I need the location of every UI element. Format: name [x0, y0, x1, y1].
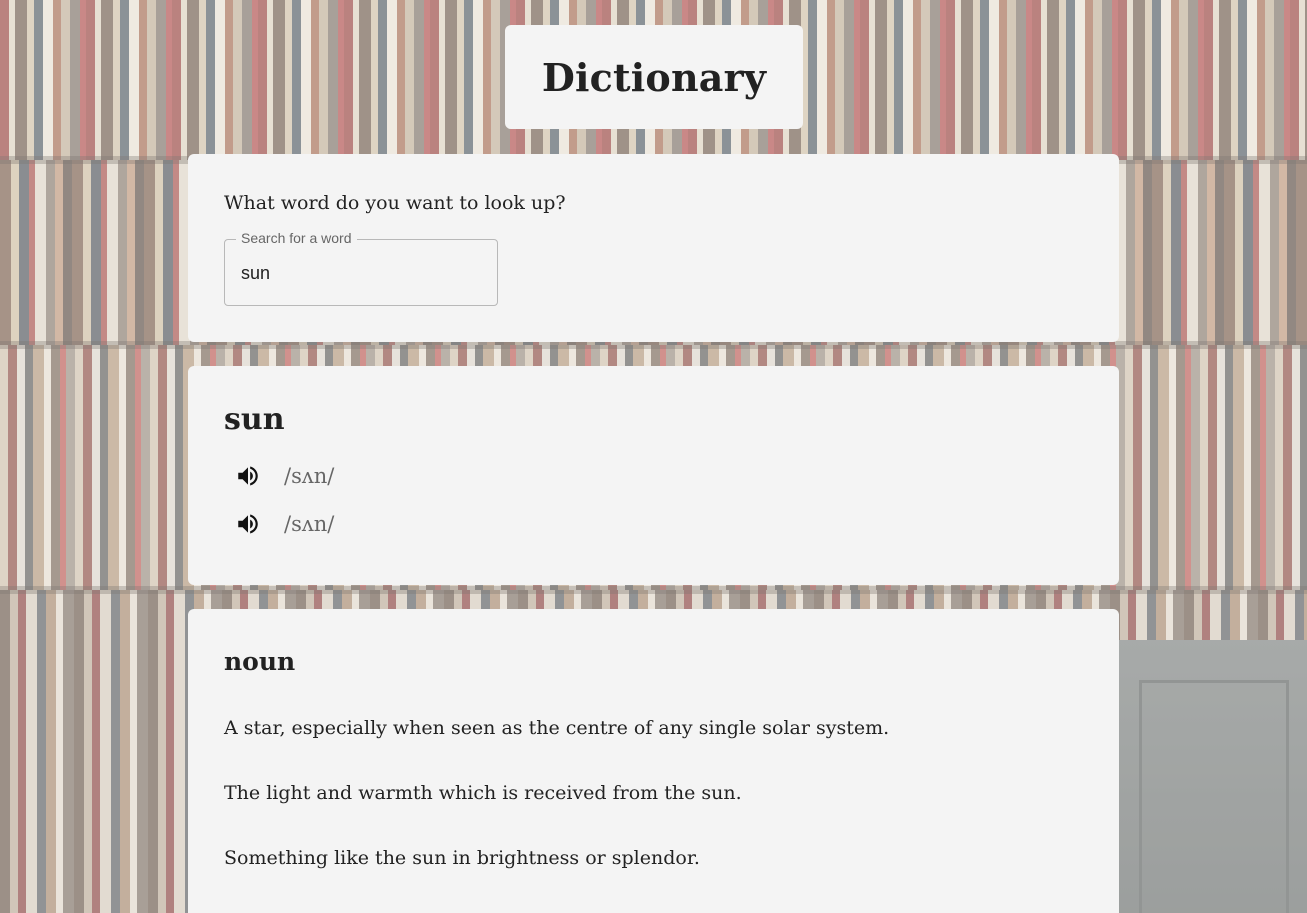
- volume-up-icon: [238, 514, 258, 534]
- search-field-label: Search for a word: [236, 230, 357, 246]
- phonetic-text: /sʌn/: [284, 464, 335, 488]
- page-title: Dictionary: [541, 54, 767, 100]
- title-card: Dictionary: [505, 25, 803, 129]
- word-card: sun /sʌn/ /sʌn/: [188, 366, 1119, 585]
- play-audio-button[interactable]: [233, 509, 263, 539]
- search-prompt: What word do you want to look up?: [224, 192, 566, 214]
- definition-item: Something like the sun in brightness or …: [224, 847, 700, 869]
- meaning-card: noun A star, especially when seen as the…: [188, 609, 1119, 913]
- search-input[interactable]: [241, 256, 481, 290]
- word-heading: sun: [224, 402, 285, 437]
- search-field[interactable]: Search for a word: [224, 230, 498, 306]
- play-audio-button[interactable]: [233, 461, 263, 491]
- phonetic-row: /sʌn/: [233, 461, 334, 491]
- phonetic-text: /sʌn/: [284, 512, 335, 536]
- volume-up-icon: [238, 466, 258, 486]
- definition-item: A star, especially when seen as the cent…: [224, 717, 890, 739]
- search-card: What word do you want to look up? Search…: [188, 154, 1119, 342]
- phonetic-row: /sʌn/: [233, 509, 334, 539]
- definition-item: The light and warmth which is received f…: [224, 782, 742, 804]
- part-of-speech-heading: noun: [224, 647, 296, 676]
